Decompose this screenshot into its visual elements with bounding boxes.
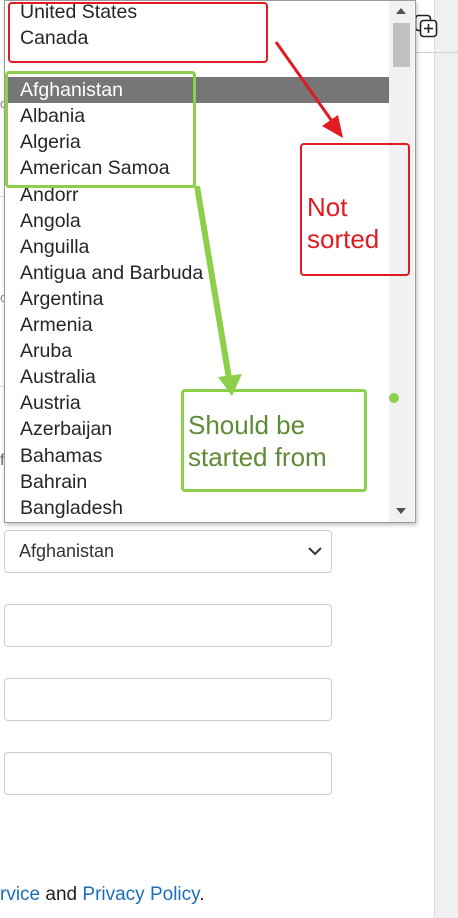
- text-field[interactable]: [4, 604, 332, 647]
- annotation-handle: [389, 393, 399, 403]
- should-be-note: Should be started from: [188, 409, 327, 473]
- screenshot-root: c c f Afghanistan rvice and Privacy Poli…: [0, 0, 458, 918]
- scroll-down-arrow-icon[interactable]: [396, 508, 406, 514]
- right-side-panel: [434, 0, 458, 918]
- should-be-line1: Should be: [188, 410, 306, 440]
- country-option-aruba[interactable]: Aruba: [5, 338, 389, 364]
- text-field[interactable]: [4, 678, 332, 721]
- terms-suffix: .: [199, 884, 205, 905]
- should-be-line2: started from: [188, 442, 327, 472]
- country-option-argentina[interactable]: Argentina: [5, 286, 389, 312]
- country-select-value: Afghanistan: [19, 541, 115, 561]
- terms-connector: and: [40, 884, 83, 905]
- country-option-bangladesh[interactable]: Bangladesh: [5, 495, 389, 521]
- not-sorted-line1: Not: [307, 192, 348, 222]
- not-sorted-line2: sorted: [307, 224, 380, 254]
- terms-text: rvice and Privacy Policy.: [0, 884, 205, 906]
- terms-of-service-link[interactable]: rvice: [0, 884, 40, 905]
- country-option-australia[interactable]: Australia: [5, 364, 389, 390]
- chevron-down-icon: [308, 547, 322, 556]
- alphabetical-start-highlight: [5, 71, 196, 188]
- text-field[interactable]: [4, 752, 332, 795]
- privacy-policy-link[interactable]: Privacy Policy: [82, 884, 199, 905]
- priority-countries-highlight: [8, 2, 268, 63]
- scrollbar-thumb[interactable]: [393, 23, 410, 67]
- not-sorted-note: Not sorted: [307, 191, 379, 255]
- add-window-icon[interactable]: [413, 12, 441, 40]
- top-divider: [414, 52, 458, 53]
- scroll-up-arrow-icon[interactable]: [396, 8, 406, 14]
- country-option-armenia[interactable]: Armenia: [5, 312, 389, 338]
- country-select[interactable]: Afghanistan: [4, 530, 332, 573]
